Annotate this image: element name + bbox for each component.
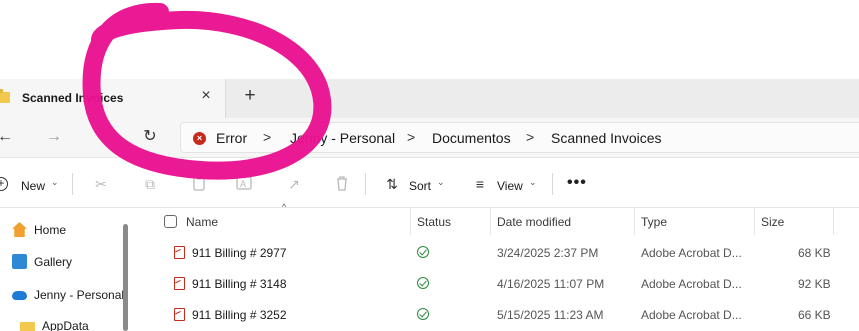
sync-status-ok-icon [417, 277, 429, 289]
view-icon[interactable]: ≡ [471, 175, 489, 193]
breadcrumb-documentos[interactable]: Documentos [432, 130, 511, 146]
toolbar-divider [72, 173, 73, 195]
sidebar-item-label: Jenny - Personal [34, 288, 125, 302]
svg-text:A: A [240, 179, 246, 189]
new-tab-button[interactable]: + [240, 86, 260, 106]
refresh-button[interactable]: ↻ [139, 126, 161, 148]
file-name: 911 Billing # 3252 [192, 308, 287, 322]
file-list: ^ Name Status Date modified Type Size 91… [140, 202, 859, 331]
pdf-file-icon [174, 308, 185, 321]
home-icon [12, 222, 27, 237]
new-button[interactable]: New [21, 179, 45, 193]
delete-icon[interactable] [333, 175, 351, 193]
address-bar[interactable]: × Error > Jenny - Personal > Documentos … [180, 122, 859, 153]
cut-icon[interactable]: ✂ [92, 175, 110, 193]
select-all-checkbox[interactable] [164, 215, 177, 228]
column-header-date-modified[interactable]: Date modified [491, 208, 635, 235]
column-header-label: Size [761, 215, 785, 229]
column-header-status[interactable]: Status [411, 208, 491, 235]
file-size: 66 KB [798, 308, 831, 322]
sidebar-item-label: Gallery [34, 255, 73, 269]
sync-status-ok-icon [417, 308, 429, 320]
tab-strip: Scanned Invoices × + [0, 79, 859, 118]
command-bar: + New ⌄ ✂ ⧉ A ↗ ⇅ Sort ⌄ ≡ View ⌄ ••• [0, 159, 859, 208]
column-header-label: Type [641, 215, 668, 229]
sidebar-item-label: Home [34, 223, 67, 237]
breadcrumb-separator[interactable]: > [263, 129, 271, 145]
table-row[interactable]: 911 Billing # 3148 4/16/2025 11:07 PM Ad… [140, 268, 859, 299]
gallery-icon [12, 254, 27, 269]
top-blank-area [0, 0, 859, 79]
sync-status-ok-icon [417, 246, 429, 258]
breadcrumb-separator[interactable]: > [407, 129, 415, 145]
column-header-label: Name [186, 215, 219, 229]
file-type: Adobe Acrobat D... [641, 277, 742, 291]
column-header-type[interactable]: Type [635, 208, 755, 235]
file-name: 911 Billing # 2977 [192, 246, 287, 260]
column-header-size[interactable]: Size [755, 208, 834, 235]
paste-icon[interactable] [190, 175, 208, 193]
sidebar-item-appdata[interactable]: AppData [20, 316, 132, 331]
rename-icon[interactable]: A [236, 175, 254, 193]
forward-button[interactable]: → [43, 126, 65, 148]
file-name: 911 Billing # 3148 [192, 277, 287, 291]
new-plus-icon[interactable]: + [0, 177, 8, 191]
folder-icon [0, 89, 10, 103]
error-icon: × [193, 132, 206, 145]
file-type: Adobe Acrobat D... [641, 308, 742, 322]
toolbar-divider [552, 173, 553, 195]
column-header-label: Date modified [497, 215, 572, 229]
file-date: 3/24/2025 2:37 PM [497, 246, 599, 260]
toolbar-divider [365, 173, 366, 195]
file-size: 68 KB [798, 246, 831, 260]
breadcrumb-jenny-personal[interactable]: Jenny - Personal [290, 130, 395, 146]
pdf-file-icon [174, 277, 185, 290]
tab-scanned-invoices[interactable]: Scanned Invoices × [0, 79, 226, 118]
navigation-pane: Home Gallery Jenny - Personal AppData [0, 208, 124, 331]
up-button[interactable]: ↑ [91, 126, 113, 148]
onedrive-cloud-icon [12, 291, 27, 300]
pdf-file-icon [174, 246, 185, 259]
file-date: 4/16/2025 11:07 PM [497, 277, 605, 291]
breadcrumb-separator[interactable]: > [526, 129, 534, 145]
sort-icon[interactable]: ⇅ [383, 175, 401, 193]
file-type: Adobe Acrobat D... [641, 246, 742, 260]
column-header-label: Status [417, 215, 452, 229]
chevron-down-icon[interactable]: ⌄ [51, 177, 59, 188]
file-date: 5/15/2025 11:23 AM [497, 308, 604, 322]
table-row[interactable]: 911 Billing # 2977 3/24/2025 2:37 PM Ado… [140, 237, 859, 268]
breadcrumb-scanned-invoices[interactable]: Scanned Invoices [551, 130, 662, 146]
more-options-button[interactable]: ••• [567, 174, 587, 192]
folder-icon [20, 322, 35, 331]
sidebar-item-label: AppData [42, 319, 89, 331]
back-button[interactable]: ← [0, 126, 16, 148]
close-tab-icon[interactable]: × [197, 87, 215, 105]
sidebar-item-home[interactable]: Home [12, 220, 124, 240]
sort-button[interactable]: Sort [409, 179, 431, 193]
chevron-down-icon[interactable]: ⌄ [437, 177, 445, 188]
share-icon[interactable]: ↗ [285, 175, 303, 193]
file-size: 92 KB [798, 277, 831, 291]
table-row[interactable]: 911 Billing # 3252 5/15/2025 11:23 AM Ad… [140, 299, 859, 330]
navigation-bar: ← → ↑ ↻ × Error > Jenny - Personal > Doc… [0, 118, 859, 158]
copy-icon[interactable]: ⧉ [141, 175, 159, 193]
column-header-name[interactable]: Name [140, 208, 411, 235]
sidebar-scrollbar[interactable] [123, 224, 128, 331]
chevron-down-icon[interactable]: ⌄ [529, 177, 537, 188]
breadcrumb-error[interactable]: Error [216, 130, 247, 146]
sidebar-item-gallery[interactable]: Gallery [12, 252, 124, 272]
view-button[interactable]: View [497, 179, 523, 193]
sidebar-item-jenny-personal[interactable]: Jenny - Personal [12, 285, 124, 305]
tab-title: Scanned Invoices [22, 91, 124, 105]
